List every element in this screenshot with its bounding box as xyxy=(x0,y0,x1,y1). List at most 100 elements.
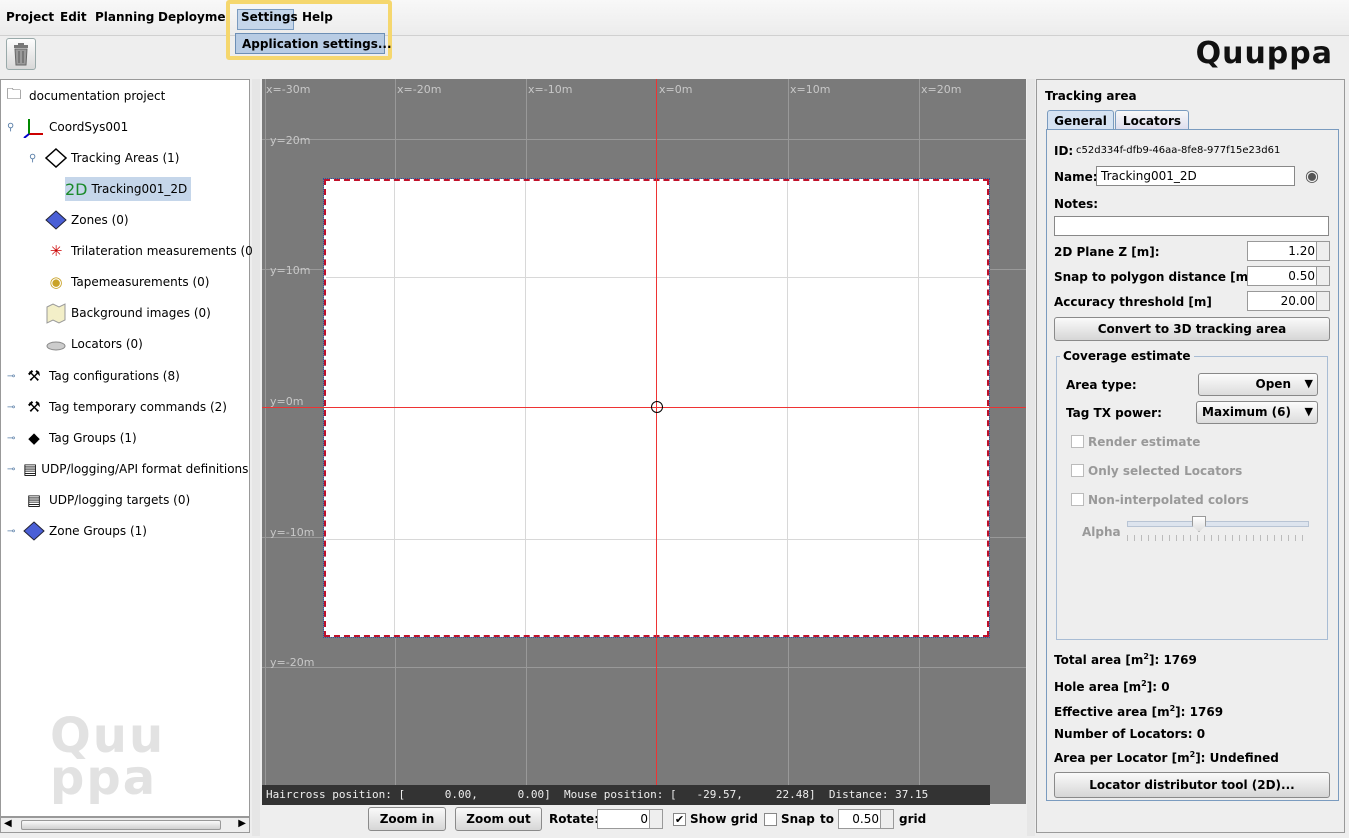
render-estimate-checkbox[interactable] xyxy=(1071,435,1084,448)
locator-distributor-button[interactable]: Locator distributor tool (2D)... xyxy=(1054,772,1330,798)
convert-3d-button[interactable]: Convert to 3D tracking area xyxy=(1054,317,1330,341)
expander-icon[interactable]: ⊸ xyxy=(7,464,15,475)
tree-tapemeasurements[interactable]: ◉ Tapemeasurements (0) xyxy=(45,270,209,294)
tree-tag-temporary-commands[interactable]: ⚒ Tag temporary commands (2) xyxy=(23,395,227,419)
tape-icon: ◉ xyxy=(49,273,63,291)
scroll-right-icon[interactable]: ▶ xyxy=(238,818,246,829)
area-type-label: Area type: xyxy=(1066,378,1137,392)
expander-icon[interactable]: ⚲ xyxy=(29,153,36,164)
menu-deployment[interactable]: Deploymen xyxy=(158,10,226,24)
render-estimate-label: Render estimate xyxy=(1088,435,1201,449)
x-label: x=-30m xyxy=(266,83,311,96)
tree-udp-definitions[interactable]: ▤ UDP/logging/API format definitions ( xyxy=(23,457,251,481)
name-label: Name: xyxy=(1054,170,1098,184)
tree-background-images[interactable]: Background images (0) xyxy=(45,301,211,325)
quuppa-watermark: Quu ppa xyxy=(50,708,166,806)
num-locators-row: Number of Locators: 0 xyxy=(1054,727,1206,741)
show-grid-checkbox[interactable]: ✔ xyxy=(673,813,686,826)
expander-icon[interactable]: ⚲ xyxy=(7,122,14,133)
snap-spinner[interactable]: 0.50 xyxy=(838,809,894,829)
non-interpolated-label: Non-interpolated colors xyxy=(1088,493,1249,507)
menu-settings[interactable]: Settings xyxy=(241,10,298,24)
tree-coordsys[interactable]: CoordSys001 xyxy=(23,115,128,139)
trash-button[interactable] xyxy=(6,38,36,70)
tab-locators[interactable]: Locators xyxy=(1115,110,1189,130)
only-selected-label: Only selected Locators xyxy=(1088,464,1243,478)
expander-icon[interactable]: ⊸ xyxy=(7,433,15,444)
tag-command-icon: ⚒ xyxy=(27,398,41,416)
menu-project[interactable]: Project xyxy=(6,10,54,24)
expander-icon[interactable]: ⊸ xyxy=(7,402,15,413)
snap-distance-label: Snap to polygon distance [m] xyxy=(1054,270,1254,284)
locator-icon xyxy=(45,333,67,355)
rotate-label: Rotate: xyxy=(549,812,599,826)
grid-label: grid xyxy=(899,812,927,826)
left-splitter[interactable] xyxy=(252,79,260,836)
snap-to-label: to xyxy=(820,812,834,826)
name-field[interactable]: Tracking001_2D xyxy=(1096,166,1295,186)
menu-edit[interactable]: Edit xyxy=(60,10,87,24)
area-type-select[interactable]: Open xyxy=(1198,373,1318,396)
zoom-out-button[interactable]: Zoom out xyxy=(455,807,542,831)
tree-zones[interactable]: Zones (0) xyxy=(45,208,129,232)
tree-locators[interactable]: Locators (0) xyxy=(45,332,143,356)
expander-icon[interactable]: ⊸ xyxy=(7,371,15,382)
tree-tracking-item[interactable]: 2D Tracking001_2D xyxy=(65,177,192,201)
x-label: x=-20m xyxy=(397,83,442,96)
tree-tag-groups[interactable]: ◆ Tag Groups (1) xyxy=(23,426,137,450)
only-selected-checkbox[interactable] xyxy=(1071,464,1084,477)
tree-tag-configurations[interactable]: ⚒ Tag configurations (8) xyxy=(23,364,180,388)
x-axis-line xyxy=(262,407,1026,408)
accuracy-spinner[interactable]: 20.00 xyxy=(1247,291,1330,311)
visibility-eye-icon[interactable]: ◉ xyxy=(1305,166,1319,185)
tracking-area-icon xyxy=(45,147,67,169)
folder-icon: 🗀 xyxy=(6,84,22,103)
rotate-spinner[interactable]: 0 xyxy=(597,809,663,829)
server-icon: ▤ xyxy=(26,491,42,509)
y-label: y=-20m xyxy=(270,656,315,669)
tag-config-icon: ⚒ xyxy=(27,367,41,385)
non-interpolated-checkbox[interactable] xyxy=(1071,493,1084,506)
notes-field[interactable] xyxy=(1054,216,1329,236)
tab-general[interactable]: General xyxy=(1047,110,1114,130)
trilateration-icon: ✳ xyxy=(49,242,63,260)
x-label: x=10m xyxy=(790,83,831,96)
tree-udp-targets[interactable]: ▤ UDP/logging targets (0) xyxy=(23,488,190,512)
accuracy-label: Accuracy threshold [m] xyxy=(1054,295,1212,309)
tree-tracking-areas[interactable]: Tracking Areas (1) xyxy=(45,146,179,170)
scroll-thumb[interactable] xyxy=(21,820,221,830)
tx-power-select[interactable]: Maximum (6) xyxy=(1196,401,1318,424)
menu-help[interactable]: Help xyxy=(302,10,333,24)
tree-zone-groups[interactable]: Zone Groups (1) xyxy=(23,519,147,543)
menu-item-application-settings[interactable]: Application settings... xyxy=(242,37,392,51)
alpha-slider-track[interactable] xyxy=(1127,521,1309,527)
panel-title: Tracking area xyxy=(1045,89,1137,103)
zone-icon xyxy=(45,209,67,231)
y-label: y=20m xyxy=(270,134,311,147)
snap-checkbox[interactable] xyxy=(764,813,777,826)
coverage-title: Coverage estimate xyxy=(1060,349,1194,363)
2d-icon: 2D xyxy=(65,179,88,199)
plane-z-spinner[interactable]: 1.20 xyxy=(1247,241,1330,261)
hole-area-row: Hole area [m2]: 0 xyxy=(1054,679,1170,694)
tree-root[interactable]: 🗀 documentation project xyxy=(3,84,165,108)
project-tree: 🗀 documentation project ⚲ CoordSys001 ⚲ T… xyxy=(0,79,253,817)
right-splitter[interactable] xyxy=(1027,79,1035,836)
tree-horizontal-scrollbar[interactable]: ◀ ▶ xyxy=(0,817,250,833)
id-value: c52d334f-dfb9-46aa-8fe8-977f15e23d61 xyxy=(1076,145,1281,156)
snap-label: Snap xyxy=(781,812,815,826)
expander-icon[interactable]: ⊸ xyxy=(7,526,15,537)
haircross-icon[interactable] xyxy=(651,401,663,413)
alpha-label: Alpha xyxy=(1082,525,1121,539)
axes-icon xyxy=(23,116,45,138)
zoom-in-button[interactable]: Zoom in xyxy=(368,807,446,831)
zone-group-icon xyxy=(23,520,45,542)
menu-planning[interactable]: Planning xyxy=(95,10,154,24)
tag-group-icon: ◆ xyxy=(28,429,40,447)
snap-distance-spinner[interactable]: 0.50 xyxy=(1247,266,1330,286)
scroll-left-icon[interactable]: ◀ xyxy=(4,818,12,829)
y-axis-line xyxy=(656,79,657,804)
map-canvas[interactable]: x=-30m x=-20m x=-10m x=0m x=10m x=20m y=… xyxy=(262,79,1026,804)
quuppa-logo: Quuppa xyxy=(1195,36,1333,71)
tree-trilateration[interactable]: ✳ Trilateration measurements (0 xyxy=(45,239,253,263)
